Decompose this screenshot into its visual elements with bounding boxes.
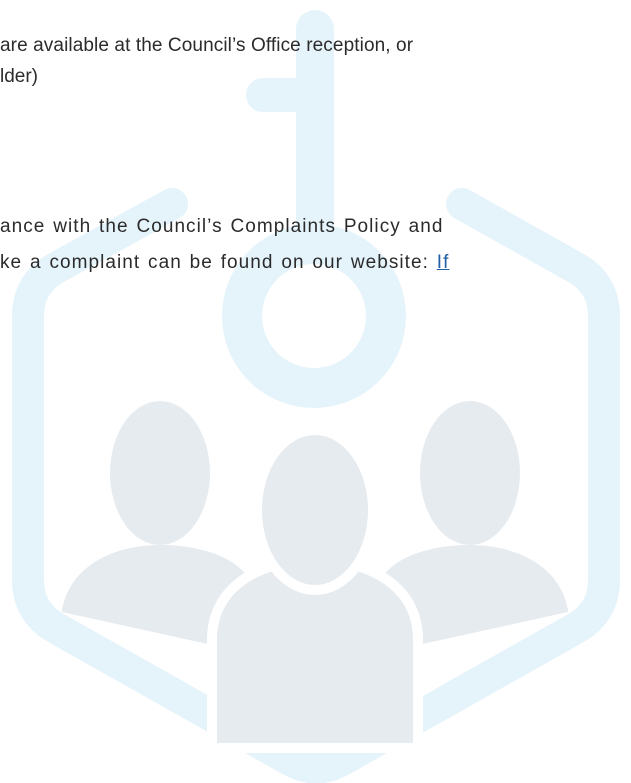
publications-line-1: are available at the Council’s Office re…	[0, 35, 414, 56]
complaints-line-2-text: ke a complaint can be found on our websi…	[0, 252, 437, 273]
body-text: are available at the Council’s Office re…	[0, 0, 631, 783]
complaints-line-1: ance with the Council’s Complaints Polic…	[0, 216, 444, 237]
publications-line-2: lder)	[0, 66, 39, 87]
website-link[interactable]: If	[437, 252, 450, 273]
complaints-line-2: ke a complaint can be found on our websi…	[0, 251, 449, 275]
document-page: are available at the Council’s Office re…	[0, 0, 631, 783]
